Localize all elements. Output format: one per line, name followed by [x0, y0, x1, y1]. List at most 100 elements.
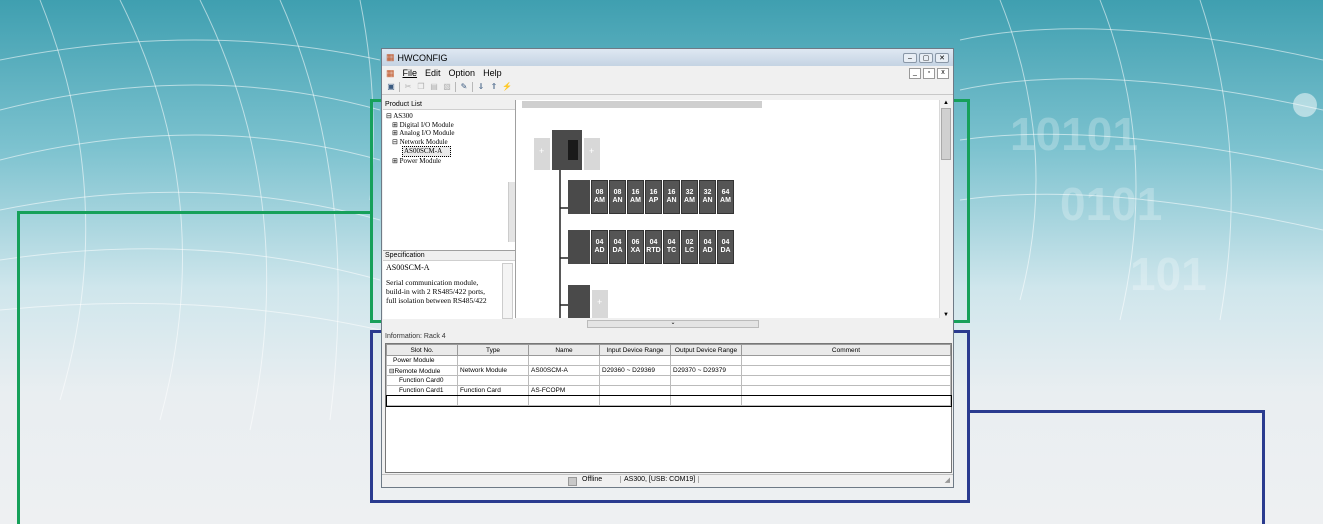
copy-icon[interactable]: ❐	[416, 82, 426, 92]
tree-node-selected[interactable]: AS00SCM-A	[402, 146, 452, 157]
scroll-up-arrow[interactable]: ▲	[940, 100, 952, 106]
expand-icon[interactable]: ⊞	[392, 129, 398, 137]
menu-help[interactable]: Help	[483, 68, 502, 78]
io-module-slot[interactable]: 04 DA	[609, 230, 626, 264]
col-comment[interactable]: Comment	[741, 344, 951, 356]
green-leader-line	[17, 211, 372, 214]
mdi-restore-button[interactable]: ▫	[923, 67, 935, 79]
remote-module	[568, 285, 590, 318]
blue-leader-line	[1262, 410, 1265, 524]
delete-icon[interactable]: ▧	[442, 82, 452, 92]
spec-description: Serial communication module, build-in wi…	[386, 278, 487, 305]
io-module-slot[interactable]: 64 AM	[717, 180, 734, 214]
blue-leader-line	[968, 410, 1265, 413]
app-icon: ▦	[386, 52, 395, 62]
menu-edit[interactable]: Edit	[425, 68, 441, 78]
mdi-close-button[interactable]: x	[937, 67, 949, 79]
menu-bar: ▦ File Edit Option Help _ ▫ x	[382, 66, 953, 80]
pencil-icon[interactable]: ✎	[459, 82, 469, 92]
table-row[interactable]: Function Card0	[386, 375, 951, 386]
table-row[interactable]: ⊟Remote Module Network Module AS00SCM-A D29…	[386, 365, 951, 376]
io-module-slot[interactable]: 02 LC	[681, 230, 698, 264]
scroll-down-arrow[interactable]: ▼	[940, 312, 952, 318]
splitter-handle[interactable]: ⌄	[587, 320, 759, 328]
information-header: Information: Rack 4	[385, 333, 446, 340]
io-module-slot[interactable]: 08 AM	[591, 180, 608, 214]
menu-option[interactable]: Option	[449, 68, 476, 78]
mdi-minimize-button[interactable]: _	[909, 67, 921, 79]
resize-grip-icon[interactable]: ◢	[945, 476, 950, 484]
add-slot-button[interactable]: +	[597, 297, 602, 307]
svg-text:0101: 0101	[1060, 178, 1162, 230]
io-module-slot[interactable]: 32 AN	[699, 180, 716, 214]
toolbar: ▣ ✂ ❐ ▤ ▧ ✎ ⇓ ⇑ ⚡	[382, 80, 953, 95]
io-module-slot[interactable]: 04 TC	[663, 230, 680, 264]
tree-node-analog[interactable]: ⊞ Analog I/O Module	[386, 129, 512, 138]
table-row[interactable]: Function Card1 Function Card AS-FCOPM	[386, 385, 951, 396]
save-icon[interactable]: ▣	[386, 82, 396, 92]
io-module-slot[interactable]: 16 AP	[645, 180, 662, 214]
scroll-thumb[interactable]	[941, 108, 951, 160]
io-module-slot[interactable]: 04 RTD	[645, 230, 662, 264]
tree-scrollbar[interactable]	[508, 182, 515, 242]
toolbar-separator	[455, 82, 456, 92]
io-module-slot[interactable]: 16 AM	[627, 180, 644, 214]
table-row[interactable]: Power Module	[386, 355, 951, 366]
io-module-slot[interactable]: 32 AM	[681, 180, 698, 214]
collapse-icon[interactable]: ⊟	[386, 112, 392, 120]
product-list-panel: Product List ⊟ AS300 ⊞ Digital I/O Modul…	[383, 100, 516, 319]
spec-module-name: AS00SCM-A	[386, 263, 430, 272]
upload-icon[interactable]: ⇑	[489, 82, 499, 92]
remote-head-module[interactable]	[568, 230, 590, 264]
tree-node-root[interactable]: ⊟ AS300	[386, 112, 512, 121]
information-grid: Slot No. Type Name Input Device Range Ou…	[385, 343, 952, 473]
toolbar-separator	[472, 82, 473, 92]
window-title: HWCONFIG	[397, 52, 448, 63]
io-module-slot[interactable]: 16 AN	[663, 180, 680, 214]
grid-header-row: Slot No. Type Name Input Device Range Ou…	[386, 344, 951, 356]
remote-head-module[interactable]	[568, 180, 590, 214]
rack-vertical-scrollbar[interactable]: ▲ ▼	[939, 100, 952, 318]
io-module-slot[interactable]: 08 AN	[609, 180, 626, 214]
io-module-slot[interactable]: 06 XA	[627, 230, 644, 264]
col-name[interactable]: Name	[528, 344, 600, 356]
cut-icon[interactable]: ✂	[403, 82, 413, 92]
scan-icon[interactable]: ⚡	[502, 82, 512, 92]
tree-node-network[interactable]: ⊟ Network Module	[386, 138, 512, 147]
rack-row-1: 08 AM 08 AN 16 AM 16 AP 16 AN 32 AM 32 A…	[568, 180, 734, 214]
rack-canvas: + + + 08 AM 08 AN 16 AM 16 AP 16 AN 32 A…	[516, 100, 952, 318]
hwconfig-window: ▦ HWCONFIG – ▢ ✕ ▦ File Edit Option Help…	[381, 48, 954, 488]
status-mode: Offline	[582, 476, 603, 483]
add-slot-button[interactable]: +	[539, 146, 544, 156]
col-slot-no[interactable]: Slot No.	[386, 344, 458, 356]
svg-text:101: 101	[1130, 248, 1207, 300]
minimize-button[interactable]: –	[903, 52, 917, 63]
maximize-button[interactable]: ▢	[919, 52, 933, 63]
col-type[interactable]: Type	[457, 344, 529, 356]
tree-node-digital[interactable]: ⊞ Digital I/O Module	[386, 121, 512, 130]
expand-icon[interactable]: ⊞	[392, 157, 398, 165]
collapse-icon[interactable]: ⊟	[392, 138, 398, 146]
paste-icon[interactable]: ▤	[429, 82, 439, 92]
tree-node-power[interactable]: ⊞ Power Module	[386, 157, 512, 166]
title-bar: ▦ HWCONFIG – ▢ ✕	[382, 49, 953, 66]
svg-text:10101: 10101	[1010, 108, 1138, 160]
download-icon[interactable]: ⇓	[476, 82, 486, 92]
product-list-header: Product List	[383, 100, 515, 110]
toolbar-separator	[399, 82, 400, 92]
add-slot-button[interactable]: +	[589, 146, 594, 156]
io-module-slot[interactable]: 04 DA	[717, 230, 734, 264]
status-indicator-icon	[568, 477, 577, 486]
spec-scrollbar[interactable]	[502, 263, 513, 319]
close-button[interactable]: ✕	[935, 52, 949, 63]
table-row[interactable]	[385, 394, 952, 407]
expand-icon[interactable]: ⊞	[392, 121, 398, 129]
io-module-slot[interactable]: 04 AD	[591, 230, 608, 264]
io-module-slot[interactable]: 04 AD	[699, 230, 716, 264]
col-output-range[interactable]: Output Device Range	[670, 344, 742, 356]
status-connection: AS300, [USB: COM19]	[620, 476, 700, 483]
doc-icon: ▦	[386, 67, 395, 78]
menu-file[interactable]: File	[403, 68, 418, 78]
green-leader-line	[17, 211, 20, 524]
col-input-range[interactable]: Input Device Range	[599, 344, 671, 356]
